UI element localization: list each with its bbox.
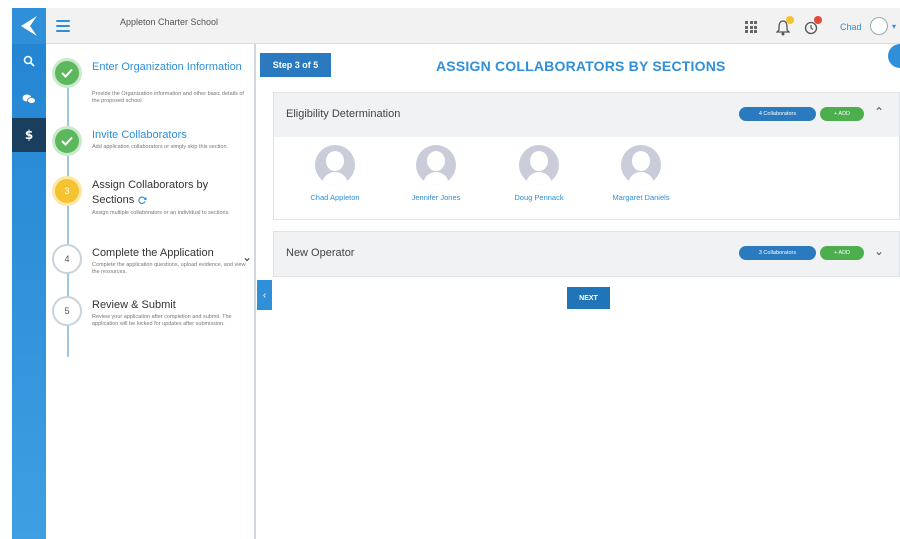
step-2[interactable]: Invite Collaborators Add application col…	[52, 126, 252, 166]
refresh-icon[interactable]	[137, 195, 147, 205]
apps-grid-icon[interactable]	[745, 21, 757, 33]
section-header[interactable]: New Operator 3 Collaborators + ADD ⌄	[274, 232, 899, 276]
step-1[interactable]: Enter Organization Information Provide t…	[52, 58, 252, 108]
collaborator-card[interactable]: Doug Pennack	[494, 145, 584, 202]
step-title: Review & Submit	[92, 299, 176, 311]
step-number: 5	[52, 296, 82, 326]
chevron-down-icon[interactable]: ⌄	[242, 250, 252, 264]
menu-toggle-icon[interactable]	[56, 20, 70, 32]
page-title: ASSIGN COLLABORATORS BY SECTIONS	[436, 58, 726, 74]
step-3[interactable]: 3 Assign Collaborators by Sections Assig…	[52, 176, 252, 228]
step-description: Complete the application questions, uplo…	[92, 262, 246, 275]
alert-badge	[814, 16, 822, 24]
rail-finance[interactable]: $	[12, 118, 46, 152]
step-description: Add application collaborators or simply …	[92, 144, 229, 150]
section-title: Eligibility Determination	[286, 108, 401, 120]
step-indicator: Step 3 of 5	[260, 53, 331, 77]
collaborator-name: Doug Pennack	[514, 193, 564, 202]
add-collaborator-button[interactable]: + ADD	[820, 107, 864, 121]
avatar-icon	[315, 145, 355, 185]
chevron-down-icon[interactable]: ▾	[892, 22, 896, 31]
check-icon	[52, 58, 82, 88]
chevron-down-icon[interactable]: ⌄	[874, 244, 884, 258]
next-button[interactable]: NEXT	[567, 287, 610, 309]
steps-panel: Enter Organization Information Provide t…	[46, 44, 256, 539]
collaborators-count-badge[interactable]: 3 Collaborators	[739, 246, 816, 260]
collaborators-count-badge[interactable]: 4 Collaborators	[739, 107, 816, 121]
step-description: Assign multiple collaborators or an indi…	[92, 210, 230, 216]
section-new-operator: New Operator 3 Collaborators + ADD ⌄	[273, 231, 900, 277]
collaborator-list: Chad Appleton Jennifer Jones Doug Pennac…	[274, 137, 899, 219]
add-collaborator-button[interactable]: + ADD	[820, 246, 864, 260]
check-icon	[52, 126, 82, 156]
section-title: New Operator	[286, 247, 355, 259]
collapse-panel-button[interactable]: ‹	[257, 280, 272, 310]
collaborator-card[interactable]: Margaret Daniels	[596, 145, 686, 202]
app-logo[interactable]	[12, 8, 46, 44]
clock-icon[interactable]	[804, 16, 822, 36]
section-eligibility-determination: Eligibility Determination 4 Collaborator…	[273, 92, 900, 220]
step-number: 3	[52, 176, 82, 206]
chat-icon	[22, 94, 36, 104]
avatar-icon	[519, 145, 559, 185]
section-header[interactable]: Eligibility Determination 4 Collaborator…	[274, 93, 899, 137]
step-title[interactable]: Invite Collaborators	[92, 128, 252, 143]
icon-rail: $	[12, 44, 46, 539]
help-icon[interactable]	[888, 44, 900, 68]
step-title: Complete the Application	[92, 247, 214, 259]
collaborator-name: Jennifer Jones	[411, 193, 461, 202]
step-title[interactable]: Enter Organization Information	[92, 60, 252, 75]
search-icon	[23, 55, 35, 67]
avatar-icon	[416, 145, 456, 185]
step-number: 4	[52, 244, 82, 274]
dollar-icon: $	[25, 128, 33, 142]
step-title: Assign Collaborators by Sections	[92, 179, 209, 206]
bell-icon[interactable]	[776, 16, 794, 36]
step-description: Review your application after completion…	[92, 314, 232, 327]
step-5[interactable]: 5 Review & Submit Review your applicatio…	[52, 296, 252, 352]
svg-text:$: $	[25, 128, 33, 142]
notification-badge	[786, 16, 794, 24]
collaborator-card[interactable]: Chad Appleton	[290, 145, 380, 202]
chevron-up-icon[interactable]: ⌃	[874, 105, 884, 119]
user-avatar-icon[interactable]	[870, 17, 888, 35]
rail-chat[interactable]	[12, 82, 46, 116]
top-bar: Appleton Charter School Chad ▾	[12, 8, 900, 44]
org-name: Appleton Charter School	[120, 17, 219, 27]
collaborator-name: Margaret Daniels	[612, 193, 670, 202]
step-4[interactable]: 4 Complete the Application Complete the …	[52, 244, 252, 290]
chevron-left-icon: ‹	[262, 289, 267, 301]
avatar-icon	[621, 145, 661, 185]
logo-icon	[21, 16, 37, 36]
user-name[interactable]: Chad	[840, 22, 862, 32]
step-description: Provide the Organization information and…	[92, 91, 244, 104]
rail-search[interactable]	[12, 44, 46, 78]
collaborator-card[interactable]: Jennifer Jones	[391, 145, 481, 202]
collaborator-name: Chad Appleton	[310, 193, 360, 202]
